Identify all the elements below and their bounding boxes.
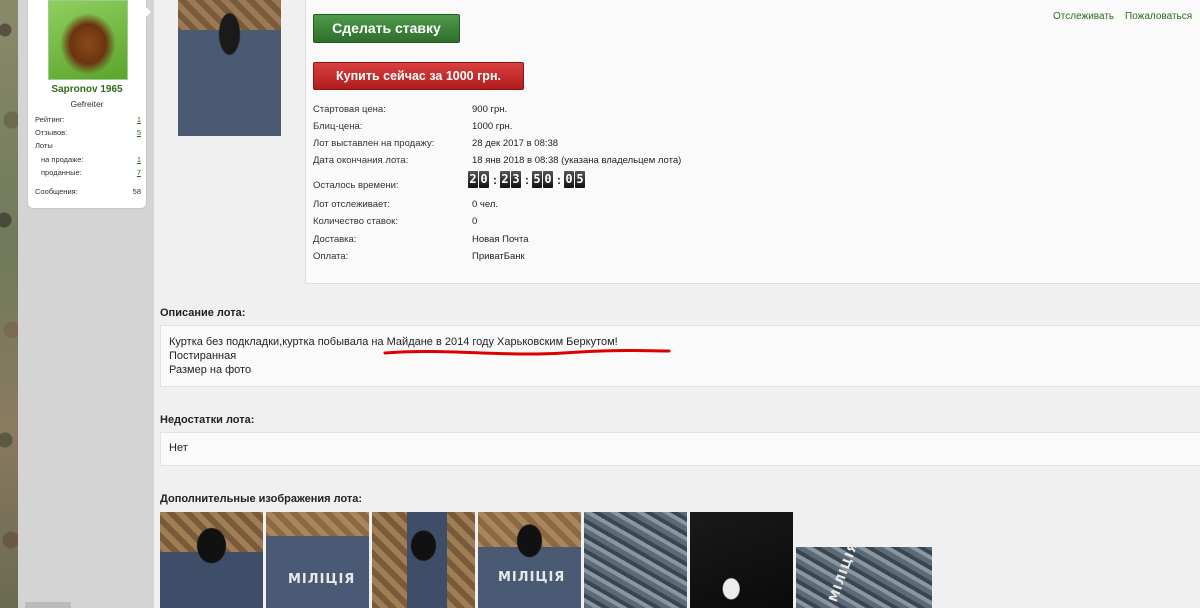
avatar[interactable] — [48, 0, 128, 80]
stat-label: Отзывов: — [35, 128, 68, 137]
patch-text: МІЛІЦІЯ — [288, 572, 356, 587]
stat-label: Рейтинг: — [35, 115, 65, 124]
stat-rating: Рейтинг: 1 — [35, 115, 141, 124]
stat-label: проданные: — [41, 168, 82, 177]
user-card: Sapronov 1965 Gefreiter Рейтинг: 1 Отзыв… — [27, 0, 147, 209]
stat-label: Лоты — [35, 141, 53, 150]
stat-value-link[interactable]: 7 — [137, 168, 141, 177]
timer-digit: 0 — [543, 171, 553, 188]
defects-box — [160, 432, 1200, 466]
stat-label: Сообщения: — [35, 187, 78, 196]
thumbnail-image[interactable] — [690, 512, 793, 608]
payment-label: Оплата: — [313, 251, 349, 262]
timer-separator: : — [493, 172, 497, 187]
description-box — [160, 325, 1200, 387]
description-line: Постиранная — [169, 350, 237, 362]
description-title: Описание лота: — [160, 307, 246, 319]
countdown-timer: 2 0 : 2 3 : 5 0 : 0 5 — [468, 171, 586, 188]
watchers-value: 0 чел. — [472, 199, 499, 210]
main-lot-photo[interactable] — [178, 0, 281, 136]
stat-messages: Сообщения: 58 — [35, 187, 141, 196]
stat-label: на продаже: — [41, 155, 84, 164]
stat-value-link[interactable]: 1 — [137, 155, 141, 164]
horizontal-scrollbar[interactable] — [25, 602, 71, 608]
images-title: Дополнительные изображения лота: — [160, 493, 363, 505]
timer-separator: : — [525, 172, 529, 187]
place-bid-button[interactable]: Сделать ставку — [313, 14, 460, 43]
timer-digit: 5 — [575, 171, 585, 188]
stat-value-link[interactable]: 1 — [137, 115, 141, 124]
stat-value-link[interactable]: 5 — [137, 128, 141, 137]
bids-count-label: Количество ставок: — [313, 216, 398, 227]
thumbnail-image[interactable]: МІЛІЦІЯ — [796, 540, 932, 608]
camo-background — [0, 0, 18, 608]
timer-digit: 2 — [500, 171, 510, 188]
thumbnail-image[interactable] — [584, 512, 687, 608]
timer-digit: 2 — [468, 171, 478, 188]
stat-lots: Лоты — [35, 141, 141, 150]
blitz-price-label: Блиц-цена: — [313, 121, 363, 132]
blitz-price-value: 1000 грн. — [472, 121, 513, 132]
bids-count-value: 0 — [472, 216, 478, 227]
username-link[interactable]: Sapronov 1965 — [28, 84, 146, 95]
time-left-label: Осталось времени: — [313, 180, 399, 191]
user-rank: Gefreiter — [70, 99, 104, 109]
stat-reviews: Отзывов: 5 — [35, 128, 141, 137]
timer-digit: 0 — [479, 171, 489, 188]
buy-now-button[interactable]: Купить сейчас за 1000 грн. — [313, 62, 524, 90]
delivery-label: Доставка: — [313, 234, 357, 245]
timer-digit: 0 — [564, 171, 574, 188]
watch-link[interactable]: Отслеживать — [1053, 11, 1114, 22]
start-price-value: 900 грн. — [472, 104, 508, 115]
thumbnail-image[interactable]: МІЛІЦІЯ — [478, 512, 581, 608]
timer-digit: 3 — [511, 171, 521, 188]
start-price-label: Стартовая цена: — [313, 104, 386, 115]
timer-separator: : — [557, 172, 561, 187]
report-link[interactable]: Пожаловаться — [1125, 11, 1192, 22]
timer-digit: 5 — [532, 171, 542, 188]
payment-value: ПриватБанк — [472, 251, 525, 262]
end-date-value: 18 янв 2018 в 08:38 (указана владельцем … — [472, 155, 682, 166]
stat-sold: проданные: 7 — [41, 168, 141, 177]
card-arrow — [145, 6, 151, 18]
defects-title: Недостатки лота: — [160, 414, 255, 426]
red-underline-annotation — [383, 349, 671, 356]
watchers-label: Лот отслеживает: — [313, 199, 390, 210]
description-line: Размер на фото — [169, 364, 252, 376]
defects-text: Нет — [169, 442, 188, 454]
thumbnail-image[interactable] — [372, 512, 475, 608]
stat-value: 58 — [132, 187, 141, 196]
patch-text: МІЛІЦІЯ — [498, 570, 566, 585]
listed-date-value: 28 дек 2017 в 08:38 — [472, 138, 559, 149]
thumbnail-image[interactable] — [160, 512, 263, 608]
thumbnail-image[interactable]: МІЛІЦІЯ — [266, 512, 369, 608]
end-date-label: Дата окончания лота: — [313, 155, 409, 166]
delivery-value: Новая Почта — [472, 234, 529, 245]
patch-text: МІЛІЦІЯ — [826, 540, 861, 604]
listed-date-label: Лот выставлен на продажу: — [313, 138, 435, 149]
stat-on-sale: на продаже: 1 — [41, 155, 141, 164]
